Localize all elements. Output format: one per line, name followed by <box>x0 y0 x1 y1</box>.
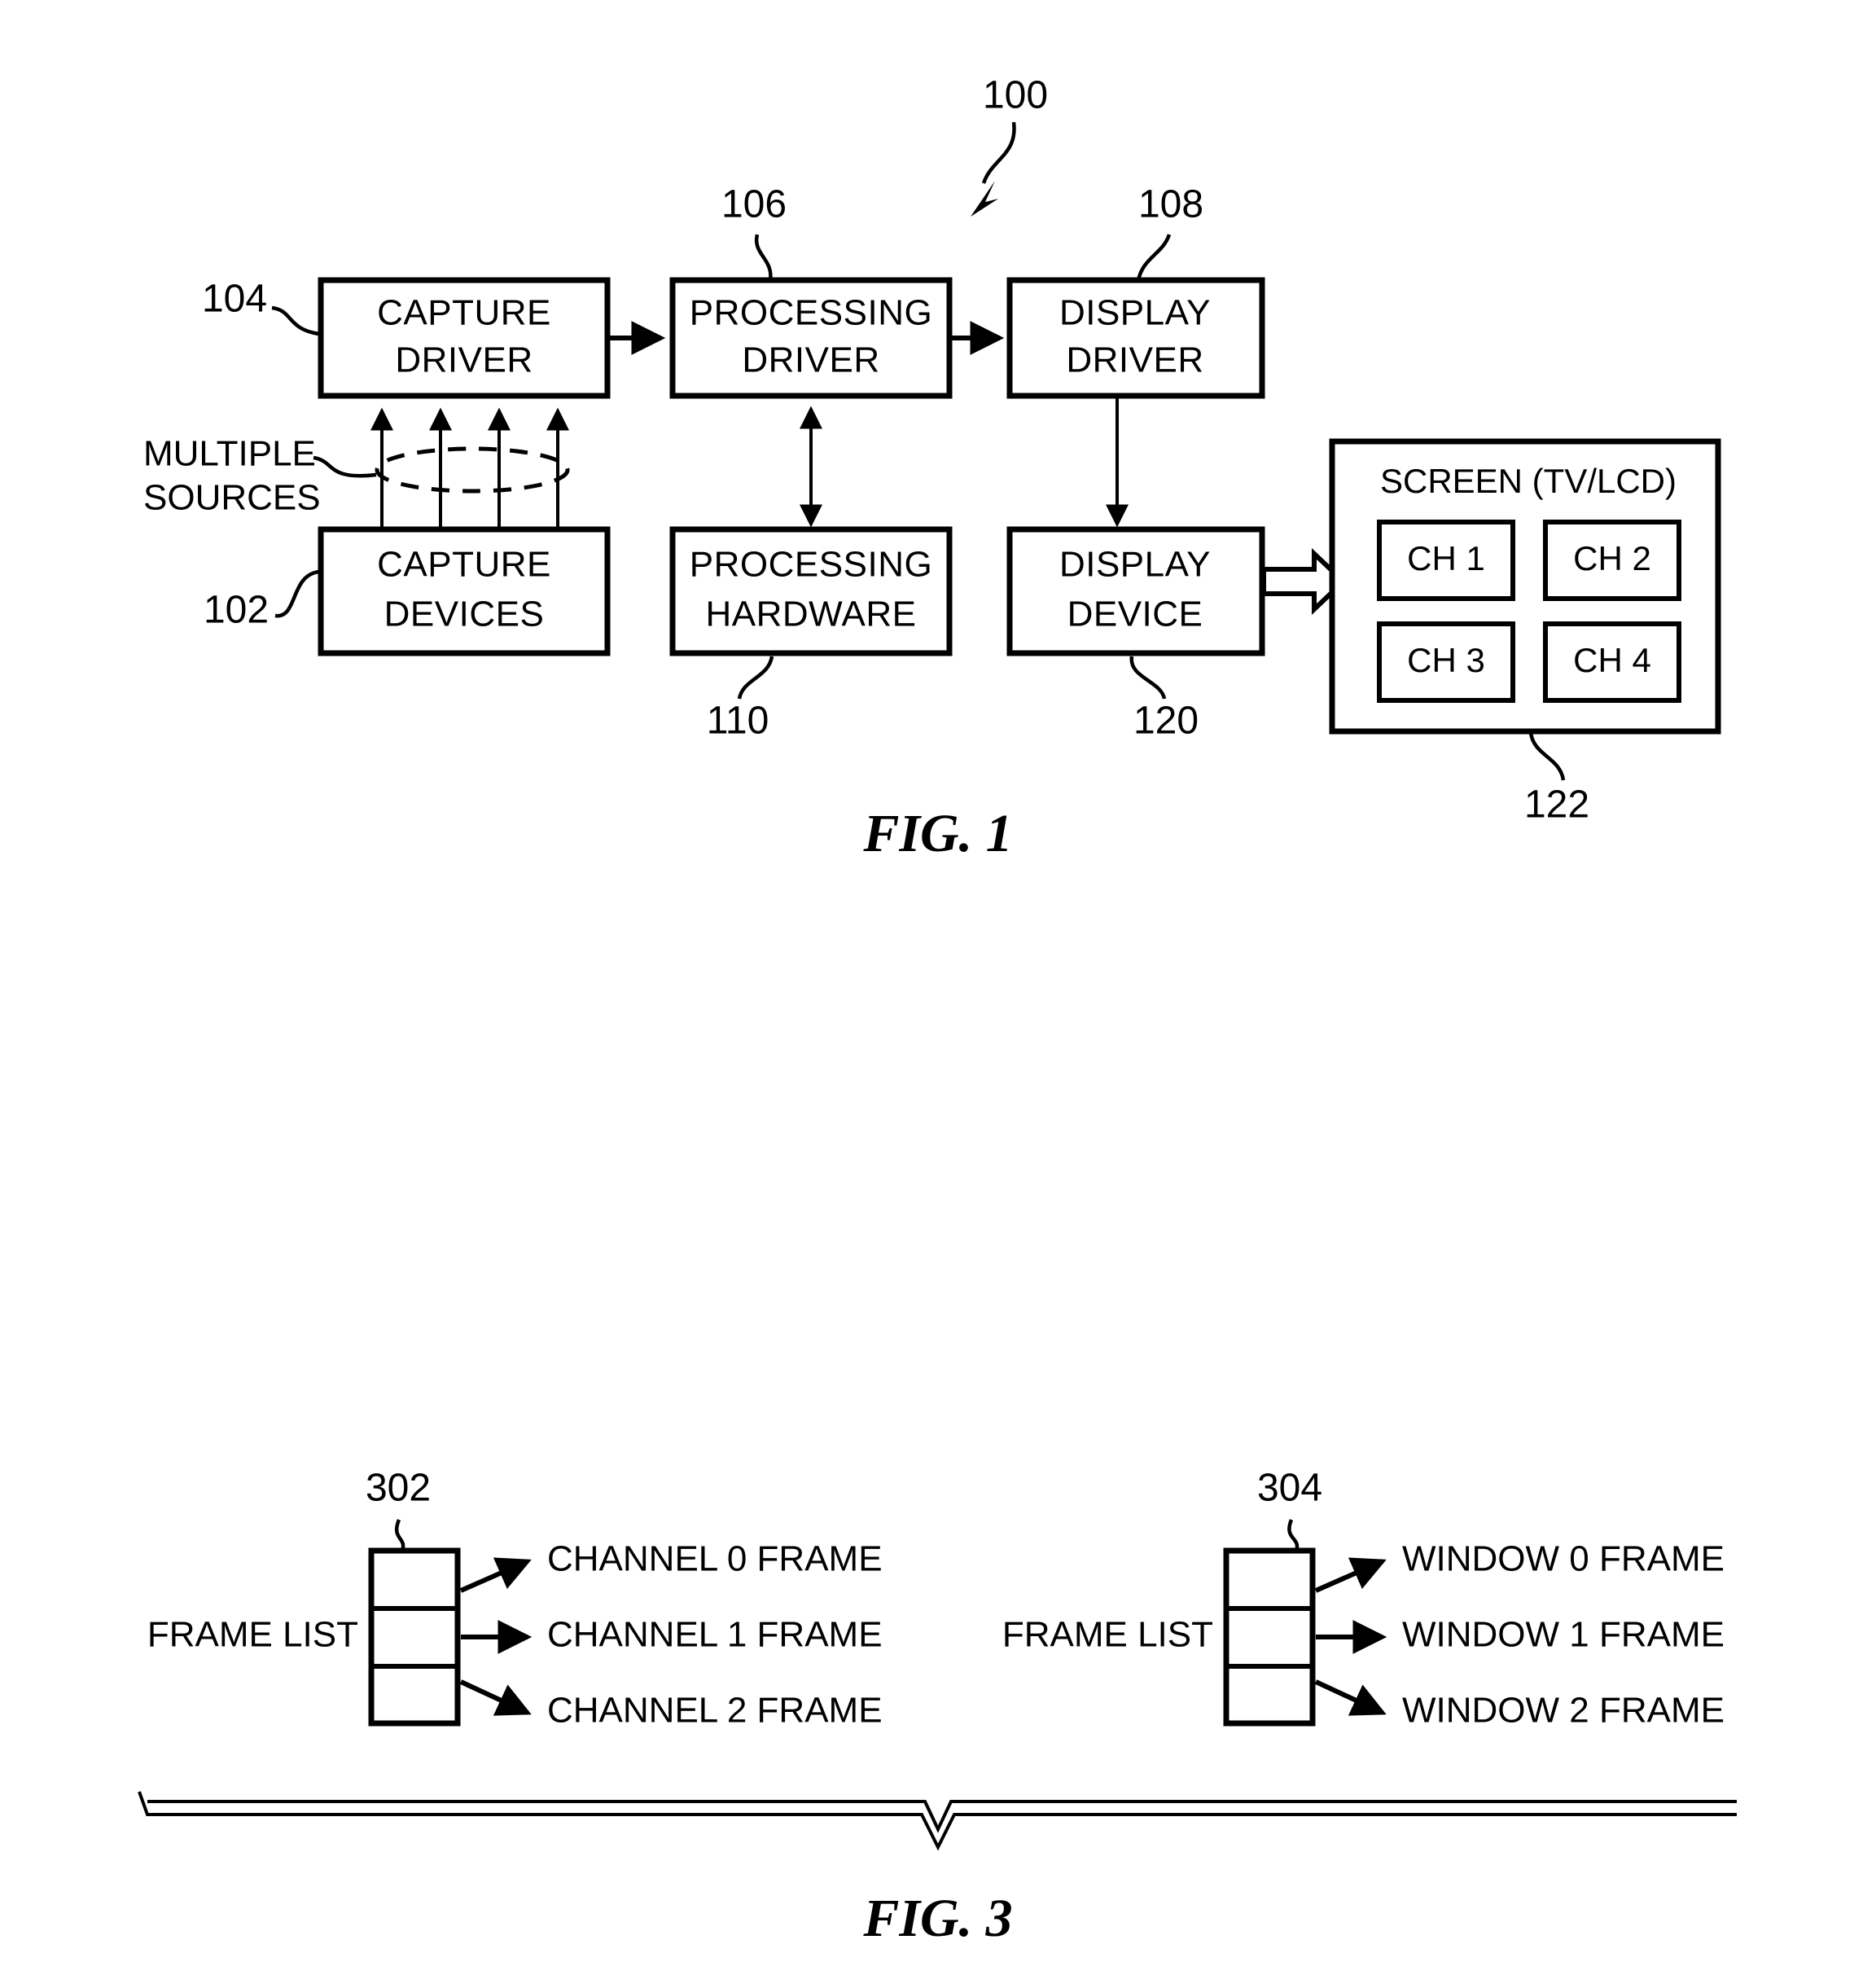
processing-hardware-line1: PROCESSING <box>690 545 932 585</box>
ref-100-arrowhead <box>971 181 998 217</box>
frame-list-302-arrow-0 <box>459 1557 532 1593</box>
ref-100-leader <box>981 121 1016 184</box>
ref-102-leader <box>274 569 320 618</box>
ref-106: 106 <box>721 183 787 226</box>
frame-list-304-entry-0: WINDOW 0 FRAME <box>1402 1539 1725 1579</box>
figure-canvas: 100 CAPTURE DRIVER 104 PROCESSING DRIVER… <box>138 74 1737 1948</box>
frame-list-304-entry-2: WINDOW 2 FRAME <box>1402 1691 1725 1731</box>
processing-hardware-line2: HARDWARE <box>705 595 916 634</box>
frame-list-304-arrow-2 <box>1314 1679 1387 1716</box>
display-device-line2: DEVICE <box>1067 595 1203 634</box>
multiple-sources-leader <box>313 455 377 478</box>
ref-104-leader <box>271 305 320 336</box>
processing-driver-line2: DRIVER <box>742 340 879 380</box>
ref-108: 108 <box>1138 183 1203 226</box>
frame-list-304-arrow-0 <box>1314 1557 1387 1593</box>
multiple-sources-ellipse <box>375 446 570 494</box>
display-driver-line2: DRIVER <box>1066 340 1203 380</box>
screen-channel-label-4: CH 4 <box>1573 641 1651 679</box>
frame-list-302-label: FRAME LIST <box>147 1615 358 1655</box>
ref-100: 100 <box>983 74 1048 117</box>
frame-list-302-entry-1: CHANNEL 1 FRAME <box>547 1615 883 1655</box>
ref-302: 302 <box>366 1467 431 1510</box>
capture-driver-line1: CAPTURE <box>377 293 551 333</box>
capture-devices-line2: DEVICES <box>384 595 545 634</box>
patent-figure-page: 100 CAPTURE DRIVER 104 PROCESSING DRIVER… <box>0 0 1876 1988</box>
ref-122-leader <box>1528 732 1566 781</box>
multiple-sources-line2: SOURCES <box>143 478 321 518</box>
capture-driver-line2: DRIVER <box>395 340 533 380</box>
ref-104: 104 <box>202 278 267 321</box>
ref-110: 110 <box>707 700 769 743</box>
processing-driver-line1: PROCESSING <box>690 293 932 333</box>
display-driver-line1: DISPLAY <box>1059 293 1211 333</box>
fig3-caption: FIG. 3 <box>862 1889 1012 1948</box>
ref-302-leader <box>395 1519 405 1551</box>
capture-devices-line1: CAPTURE <box>377 545 551 585</box>
ref-120-leader <box>1129 656 1167 700</box>
frame-list-302-arrow-2 <box>459 1679 532 1716</box>
frame-list-302-entry-2: CHANNEL 2 FRAME <box>547 1691 883 1731</box>
ref-110-leader <box>737 656 774 700</box>
multiple-sources-line1: MULTIPLE <box>143 434 316 474</box>
screen-channel-label-3: CH 3 <box>1407 641 1485 679</box>
frame-list-302-entry-0: CHANNEL 0 FRAME <box>547 1539 883 1579</box>
frame-list-box-302 <box>368 1547 461 1727</box>
screen-channel-label-2: CH 2 <box>1573 539 1651 577</box>
screen-channel-label-1: CH 1 <box>1407 539 1485 577</box>
display-device-line1: DISPLAY <box>1059 545 1211 585</box>
frame-list-box-304 <box>1223 1547 1316 1727</box>
ref-106-leader <box>754 234 773 281</box>
ref-120: 120 <box>1133 700 1199 743</box>
ref-108-leader <box>1136 234 1172 281</box>
ref-304-leader <box>1287 1519 1300 1551</box>
ref-304: 304 <box>1257 1467 1322 1510</box>
frame-list-304-entry-1: WINDOW 1 FRAME <box>1402 1615 1725 1655</box>
ref-122: 122 <box>1524 783 1589 827</box>
screen-title: SCREEN (TV/LCD) <box>1380 462 1677 500</box>
ref-102: 102 <box>204 589 269 632</box>
fig1-caption: FIG. 1 <box>862 804 1012 863</box>
frame-list-304-label: FRAME LIST <box>1002 1615 1213 1655</box>
